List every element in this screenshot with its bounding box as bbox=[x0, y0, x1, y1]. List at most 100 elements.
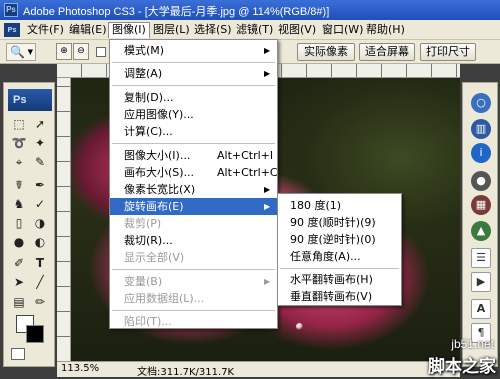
menu-item-label: 图像大小(I)... bbox=[124, 149, 191, 162]
menu-item-apply-data-set[interactable]: 应用数据组(L)... bbox=[110, 290, 277, 307]
menu-item-trim[interactable]: 裁切(R)... bbox=[110, 232, 277, 249]
menu-file[interactable]: 文件(F) bbox=[24, 22, 67, 38]
menu-item-apply-image[interactable]: 应用图像(Y)... bbox=[110, 106, 277, 123]
eyedropper2-icon[interactable]: ✏ bbox=[30, 293, 50, 312]
zoom-level[interactable]: 113.5% bbox=[61, 363, 99, 374]
character-icon[interactable]: A bbox=[471, 299, 491, 319]
menu-filter[interactable]: 滤镜(T) bbox=[233, 22, 276, 38]
clone-stamp-icon[interactable]: ♞ bbox=[9, 195, 29, 214]
menu-shortcut: Alt+Ctrl+C bbox=[217, 166, 278, 179]
menu-layer[interactable]: 图层(L) bbox=[150, 22, 193, 38]
menu-item-calculations[interactable]: 计算(C)... bbox=[110, 123, 277, 140]
print-size-button[interactable]: 打印尺寸 bbox=[420, 43, 476, 61]
swatches-icon[interactable]: ▦ bbox=[471, 195, 491, 215]
crop-icon[interactable]: ⌖ bbox=[9, 153, 29, 172]
styles-icon[interactable]: ▲ bbox=[471, 221, 491, 241]
menu-edit[interactable]: 编辑(E) bbox=[66, 22, 110, 38]
brush-icon[interactable]: ✒ bbox=[30, 176, 50, 195]
menu-item-label: 陷印(T)... bbox=[124, 315, 172, 328]
menu-view[interactable]: 视图(V) bbox=[275, 22, 319, 38]
zoom-tool-icon: 🔍 bbox=[10, 45, 25, 59]
eraser-icon[interactable]: ▯ bbox=[9, 214, 29, 233]
submenu-arrow-icon: ▶ bbox=[264, 277, 271, 286]
move-icon[interactable]: ➚ bbox=[30, 115, 50, 134]
window-title: Adobe Photoshop CS3 - [大学最后-月季.jpg @ 114… bbox=[23, 6, 330, 18]
background-color-swatch[interactable] bbox=[26, 325, 44, 343]
palette-strip: ○ ▥ i ● ▦ ▲ ☰ ▶ A ¶ bbox=[462, 82, 498, 367]
watermark-url: jb51.net bbox=[451, 337, 494, 351]
menu-item-label: 应用图像(Y)... bbox=[124, 108, 194, 121]
menu-separator bbox=[280, 268, 399, 269]
submenu-arrow-icon: ▶ bbox=[264, 69, 271, 78]
menu-window[interactable]: 窗口(W) bbox=[319, 22, 366, 38]
menu-item-mode[interactable]: 模式(M) ▶ bbox=[110, 42, 277, 59]
menu-help[interactable]: 帮助(H) bbox=[363, 22, 408, 38]
zoom-out-icon[interactable]: ⊖ bbox=[73, 43, 89, 60]
rotate-canvas-submenu: 180 度(1) 90 度(顺时针)(9) 90 度(逆时针)(0) 任意角度(… bbox=[277, 193, 402, 306]
menu-item-canvas-size[interactable]: 画布大小(S)... Alt+Ctrl+C bbox=[110, 164, 278, 181]
paint-bucket-icon[interactable]: ◑ bbox=[30, 214, 50, 233]
menu-image[interactable]: 图像(I) bbox=[108, 22, 150, 38]
submenu-item-rotate-90-cw[interactable]: 90 度(顺时针)(9) bbox=[278, 214, 401, 231]
menu-item-rotate-canvas[interactable]: 旋转画布(E) ▶ bbox=[110, 198, 277, 215]
menu-select[interactable]: 选择(S) bbox=[191, 22, 235, 38]
navigator-icon[interactable]: ○ bbox=[471, 93, 491, 113]
marquee-icon[interactable]: ⬚ bbox=[9, 115, 29, 134]
color-icon[interactable]: ● bbox=[471, 171, 491, 191]
quick-mask-icon[interactable] bbox=[11, 348, 25, 360]
vertical-ruler[interactable] bbox=[57, 78, 71, 361]
submenu-item-arbitrary[interactable]: 任意角度(A)... bbox=[278, 248, 401, 265]
menu-item-variables[interactable]: 变量(B) ▶ bbox=[110, 273, 277, 290]
histogram-icon[interactable]: ▥ bbox=[471, 119, 491, 139]
pen-icon[interactable]: ✐ bbox=[9, 254, 29, 273]
submenu-arrow-icon: ▶ bbox=[264, 202, 271, 211]
submenu-item-rotate-180[interactable]: 180 度(1) bbox=[278, 197, 401, 214]
magic-wand-icon[interactable]: ✦ bbox=[30, 134, 50, 153]
tool-preset-picker[interactable]: 🔍 ▼ bbox=[6, 43, 36, 61]
line-icon[interactable]: ╱ bbox=[30, 273, 50, 292]
actions-icon[interactable]: ▶ bbox=[471, 272, 491, 292]
menu-item-label: 裁剪(P) bbox=[124, 217, 162, 230]
info-icon[interactable]: i bbox=[471, 143, 491, 163]
submenu-item-flip-horizontal[interactable]: 水平翻转画布(H) bbox=[278, 271, 401, 288]
menu-item-crop[interactable]: 裁剪(P) bbox=[110, 215, 277, 232]
watermark: jb51.net 脚本之家 bbox=[386, 337, 498, 377]
document-icon[interactable]: Ps bbox=[4, 23, 20, 37]
history-icon[interactable]: ☰ bbox=[471, 248, 491, 268]
zoom-in-icon[interactable]: ⊕ bbox=[56, 43, 72, 60]
document-size: 文档:311.7K/311.7K bbox=[137, 367, 235, 378]
dew-drop bbox=[296, 323, 303, 330]
resize-windows-checkbox[interactable] bbox=[96, 47, 106, 57]
submenu-arrow-icon: ▶ bbox=[264, 46, 271, 55]
menu-item-label: 复制(D)... bbox=[124, 91, 174, 104]
submenu-item-flip-vertical[interactable]: 垂直翻转画布(V) bbox=[278, 288, 401, 305]
healing-brush-icon[interactable]: ☤ bbox=[9, 176, 29, 195]
menu-item-label: 旋转画布(E) bbox=[124, 200, 184, 213]
menu-item-label: 显示全部(V) bbox=[124, 251, 185, 264]
menu-bar: Ps 文件(F) 编辑(E) 图像(I) 图层(L) 选择(S) 滤镜(T) 视… bbox=[0, 20, 500, 40]
type-icon[interactable]: T bbox=[30, 254, 50, 273]
menu-item-adjustments[interactable]: 调整(A) ▶ bbox=[110, 65, 277, 82]
menu-shortcut: Alt+Ctrl+I bbox=[217, 149, 274, 162]
menu-separator bbox=[112, 269, 275, 270]
menu-item-duplicate[interactable]: 复制(D)... bbox=[110, 89, 277, 106]
menu-item-reveal-all[interactable]: 显示全部(V) bbox=[110, 249, 277, 266]
blur-icon[interactable]: ● bbox=[9, 233, 29, 252]
menu-item-pixel-aspect-ratio[interactable]: 像素长宽比(X) ▶ bbox=[110, 181, 277, 198]
dodge-icon[interactable]: ◐ bbox=[30, 233, 50, 252]
menu-item-image-size[interactable]: 图像大小(I)... Alt+Ctrl+I bbox=[110, 147, 277, 164]
history-brush-icon[interactable]: ✓ bbox=[30, 195, 50, 214]
image-menu-dropdown: 模式(M) ▶ 调整(A) ▶ 复制(D)... 应用图像(Y)... 计算(C).… bbox=[109, 39, 278, 329]
photoshop-logo[interactable]: Ps bbox=[8, 89, 52, 111]
notes-icon[interactable]: ▤ bbox=[9, 293, 29, 312]
submenu-item-rotate-90-ccw[interactable]: 90 度(逆时针)(0) bbox=[278, 231, 401, 248]
fit-screen-button[interactable]: 适合屏幕 bbox=[359, 43, 415, 61]
actual-pixels-button[interactable]: 实际像素 bbox=[297, 43, 355, 61]
lasso-icon[interactable]: ➰ bbox=[9, 134, 29, 153]
eyedropper-icon[interactable]: ✎ bbox=[30, 153, 50, 172]
toolbox: Ps ⬚ ➚ ➰ ✦ ⌖ ✎ ☤ ✒ ♞ ✓ ▯ ◑ ● ◐ ✐ T ➤ ╱ ▤… bbox=[3, 82, 55, 367]
title-bar: Ps Adobe Photoshop CS3 - [大学最后-月季.jpg @ … bbox=[0, 0, 500, 20]
menu-item-trap[interactable]: 陷印(T)... bbox=[110, 313, 277, 330]
path-selection-icon[interactable]: ➤ bbox=[9, 273, 29, 292]
watermark-name: 脚本之家 bbox=[428, 357, 496, 377]
